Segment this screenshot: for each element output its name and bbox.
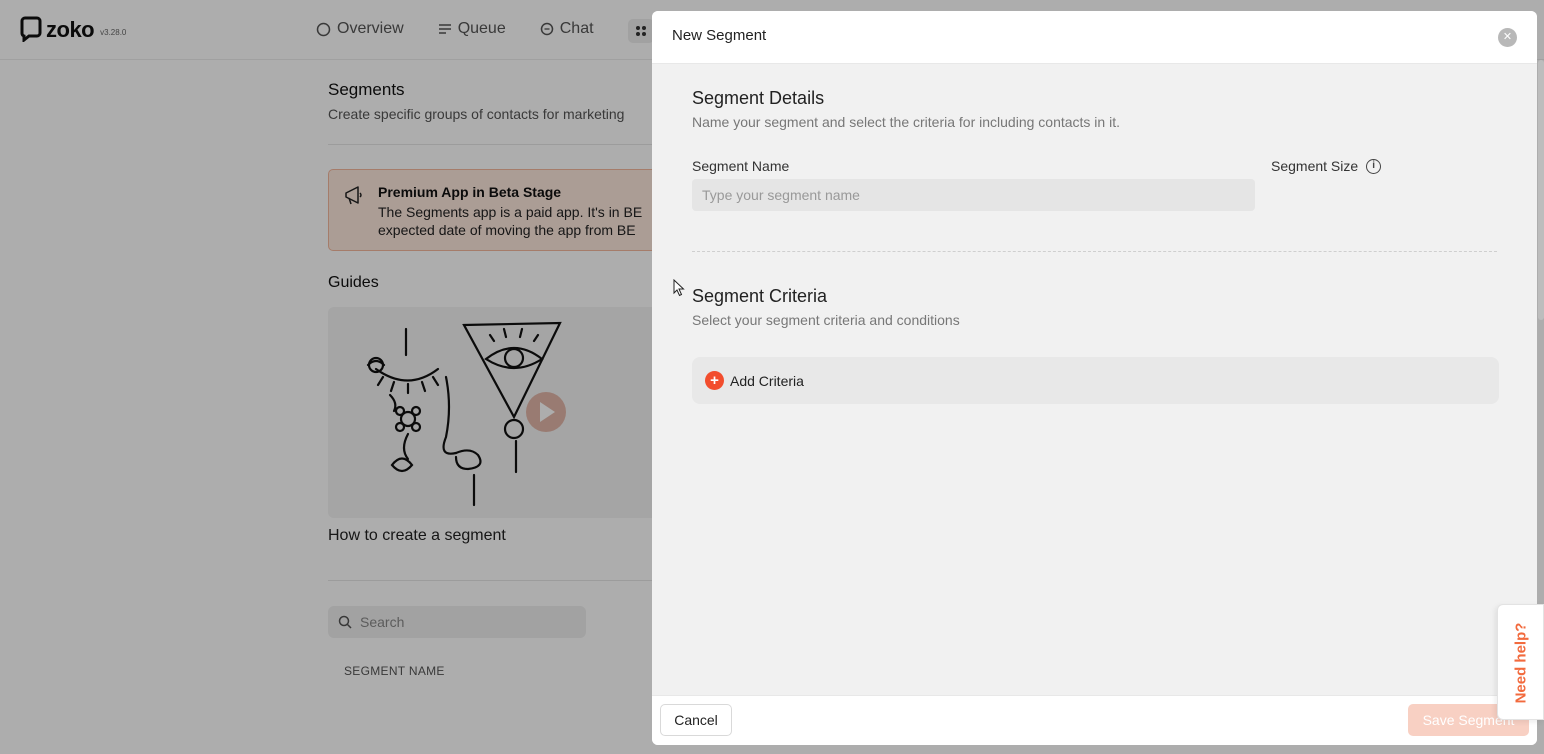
segment-criteria-subtitle: Select your segment criteria and conditi…: [692, 312, 960, 328]
segment-name-input[interactable]: [692, 179, 1255, 211]
segment-details-title: Segment Details: [692, 88, 825, 108]
modal-footer: Cancel Save Segment: [652, 695, 1537, 745]
close-icon: ✕: [1502, 31, 1513, 43]
segment-size: Segment Size i: [1271, 158, 1382, 174]
mouse-cursor-icon: [673, 279, 685, 297]
need-help-label: Need help?: [1512, 622, 1530, 704]
scrollbar[interactable]: [1538, 60, 1544, 320]
segment-name-label: Segment Name: [692, 158, 790, 174]
new-segment-modal: New Segment ✕ Segment Details Name your …: [652, 11, 1537, 745]
segment-size-label: Segment Size: [1271, 158, 1359, 174]
modal-header: New Segment ✕: [652, 11, 1537, 64]
cancel-button[interactable]: Cancel: [660, 704, 732, 736]
add-criteria-button[interactable]: + Add Criteria: [692, 357, 1499, 404]
info-icon[interactable]: i: [1366, 158, 1382, 174]
add-criteria-label: Add Criteria: [730, 372, 804, 389]
close-button[interactable]: ✕: [1498, 28, 1517, 47]
section-divider: [692, 251, 1497, 252]
plus-icon: +: [705, 371, 724, 390]
segment-details-subtitle: Name your segment and select the criteri…: [692, 114, 1120, 130]
modal-title: New Segment: [672, 27, 767, 44]
segment-criteria-title: Segment Criteria: [692, 286, 828, 306]
need-help-tab[interactable]: Need help?: [1497, 604, 1544, 720]
